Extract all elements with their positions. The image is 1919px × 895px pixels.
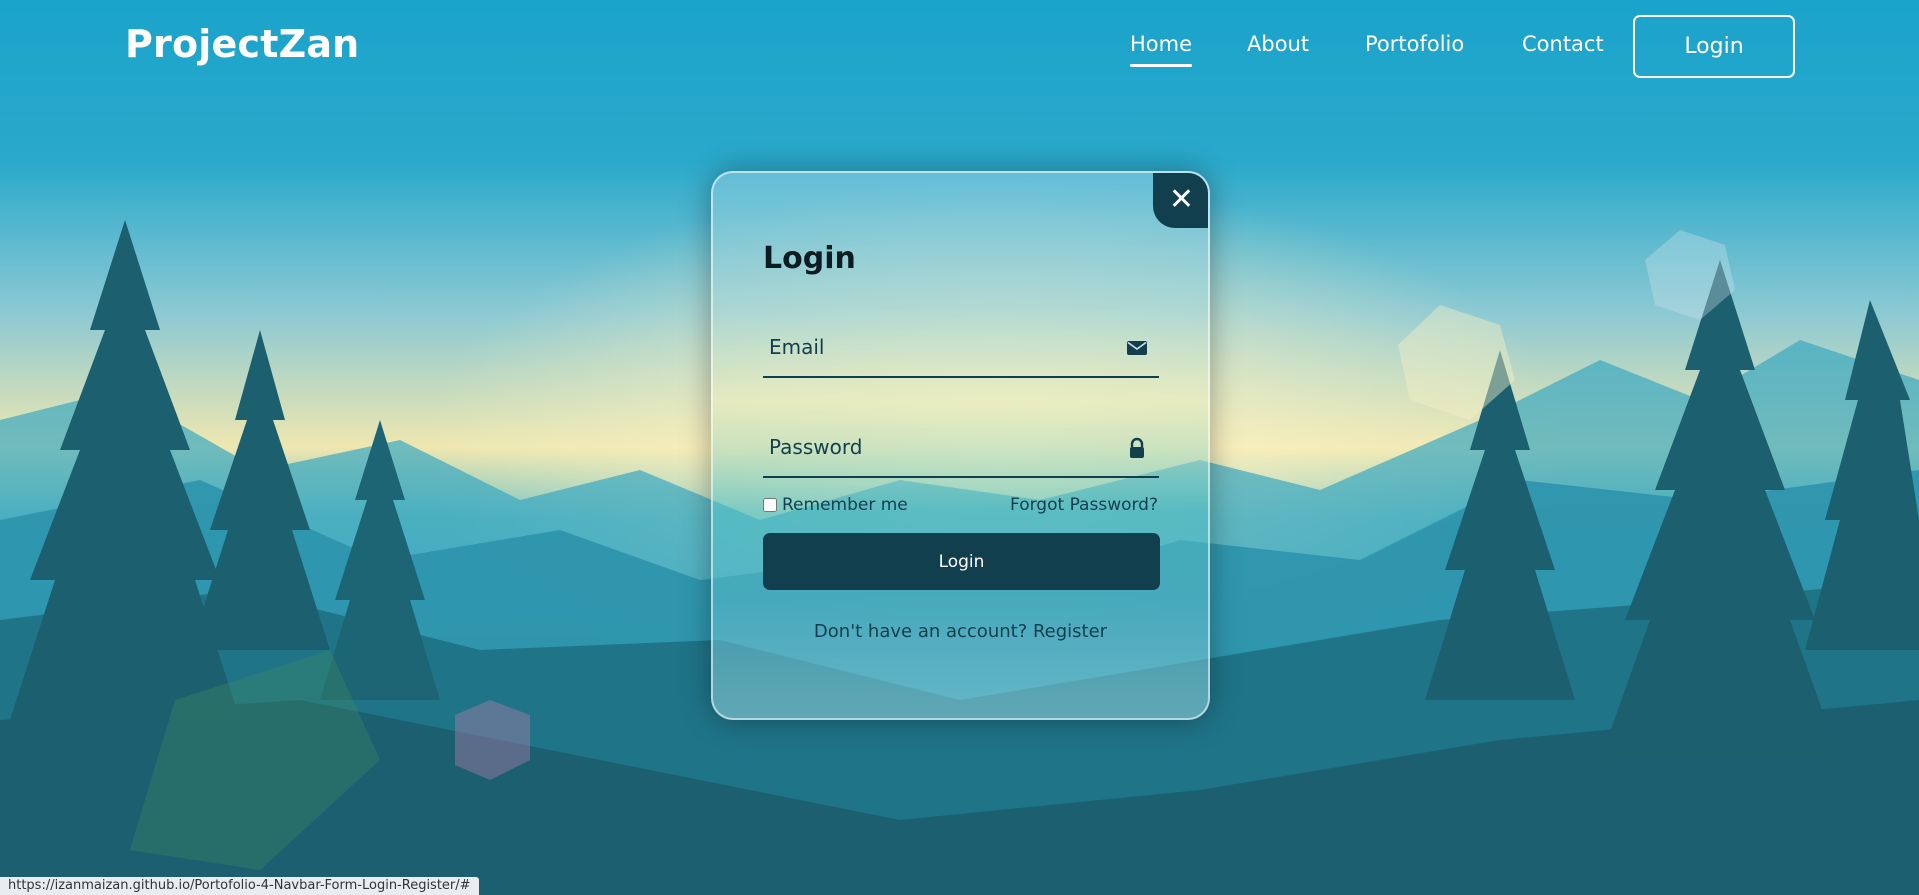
- email-field: [763, 318, 1159, 378]
- login-submit-button[interactable]: Login: [763, 533, 1160, 590]
- remember-label: Remember me: [782, 495, 908, 515]
- mail-icon: [1127, 341, 1147, 355]
- remember-checkbox[interactable]: [763, 498, 777, 512]
- register-link[interactable]: Register: [1033, 621, 1107, 642]
- login-title: Login: [763, 241, 856, 276]
- nav-link-about[interactable]: About: [1247, 32, 1309, 56]
- password-field: [763, 418, 1159, 478]
- nav-link-portofolio[interactable]: Portofolio: [1365, 32, 1464, 56]
- top-navbar: ProjectZan Home About Portofolio Contact…: [0, 0, 1919, 95]
- register-prompt: Don't have an account?: [813, 621, 1033, 642]
- header-login-button[interactable]: Login: [1633, 15, 1795, 78]
- register-prompt-row: Don't have an account? Register: [713, 621, 1208, 642]
- active-nav-indicator: [1130, 64, 1192, 67]
- lock-icon: [1130, 437, 1144, 458]
- status-url-bar: https://izanmaizan.github.io/Portofolio-…: [0, 877, 479, 895]
- close-icon[interactable]: ✕: [1153, 173, 1208, 228]
- email-input[interactable]: [763, 318, 1103, 376]
- nav-link-home[interactable]: Home: [1130, 32, 1192, 56]
- main-nav: Home About Portofolio Contact: [0, 32, 1919, 72]
- remember-me[interactable]: Remember me: [763, 495, 908, 515]
- password-input[interactable]: [763, 418, 1103, 476]
- forgot-password-link[interactable]: Forgot Password?: [1010, 495, 1158, 515]
- nav-link-contact[interactable]: Contact: [1522, 32, 1604, 56]
- login-form-card: ✕ Login Remember me Forgot Password? Log…: [711, 171, 1210, 720]
